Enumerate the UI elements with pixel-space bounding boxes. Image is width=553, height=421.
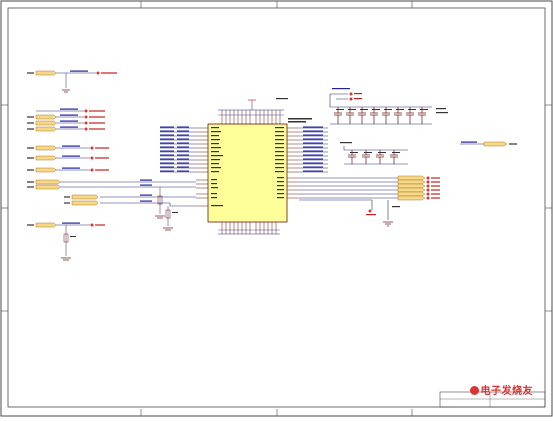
chip-left-nets: [160, 126, 196, 173]
decoupling-cap-bank-mid: [340, 142, 408, 165]
watermark-text: 电子发烧友: [480, 386, 533, 397]
chip-top-supply: [248, 98, 288, 110]
right-port-labels: [397, 175, 440, 201]
ground-symbol-right: [366, 200, 400, 227]
right-bus-wires: [299, 177, 398, 210]
watermark: 电子发烧友: [469, 382, 534, 397]
schematic-canvas: [0, 0, 553, 417]
watermark-logo-icon: [469, 386, 479, 395]
left-signal-group-3: [27, 145, 109, 173]
left-signal-group-1: [27, 70, 117, 93]
right-single-port: [460, 141, 517, 147]
left-signal-group-5: [27, 222, 105, 261]
left-signal-group-4: [27, 179, 196, 231]
chip-right-nets: [299, 126, 328, 173]
left-signal-group-2: [27, 108, 105, 132]
main-ic-u1: [196, 109, 312, 235]
decoupling-cap-bank-top: [329, 88, 448, 125]
schematic-sheet: [0, 0, 553, 417]
